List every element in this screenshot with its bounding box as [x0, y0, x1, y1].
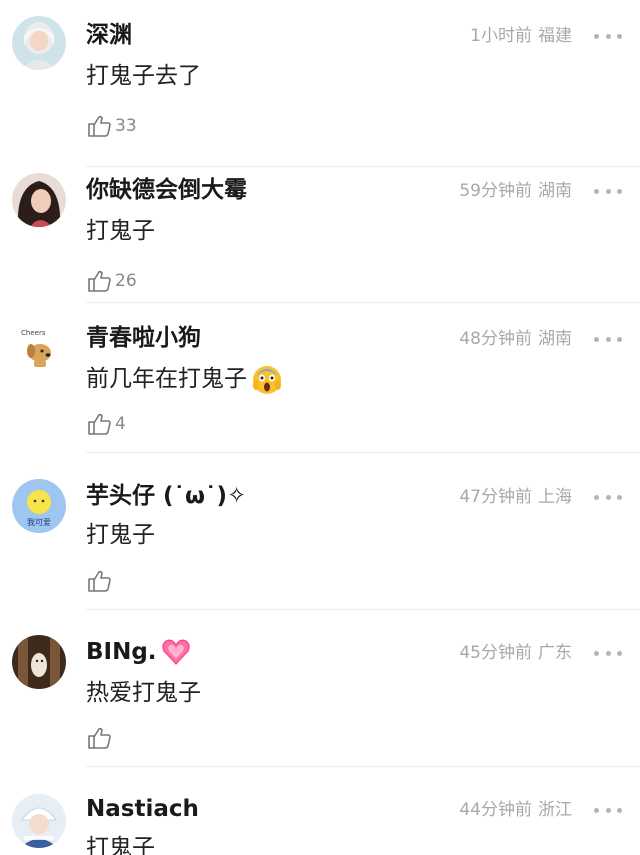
comment-meta: 59分钟前 湖南: [459, 179, 572, 203]
username-text: 青春啦小狗: [86, 325, 201, 351]
location: 浙江: [538, 800, 572, 820]
username-text: 芋头仔 (˙ω˙)✧: [86, 483, 247, 509]
username-text: 深渊: [86, 22, 132, 48]
screaming-face-emoji-icon: [251, 363, 283, 395]
more-options-icon[interactable]: [594, 641, 622, 665]
comment-content: 热爱打鬼子: [86, 680, 201, 706]
comment-meta: 44分钟前 浙江: [459, 798, 572, 822]
like-count: 4: [115, 414, 126, 434]
username-text: Nastiach: [86, 796, 199, 822]
username[interactable]: 青春啦小狗: [86, 323, 201, 353]
location: 广东: [538, 643, 572, 663]
comment-text: 打鬼子: [86, 519, 155, 551]
yellow-face-avatar-icon: 我可爱: [12, 479, 66, 533]
comment-meta: 47分钟前 上海: [459, 485, 572, 509]
divider: [86, 166, 640, 167]
thumbs-up-icon: [88, 570, 111, 592]
cheers-dog-avatar-icon: Cheers: [12, 321, 66, 375]
comment-text: 打鬼子: [86, 832, 155, 855]
like-button[interactable]: [86, 723, 115, 753]
avatar[interactable]: [12, 173, 66, 227]
location: 福建: [538, 26, 572, 46]
comment-text: 打鬼子去了: [86, 60, 201, 92]
timestamp: 45分钟前: [459, 643, 532, 663]
thumbs-up-icon: [88, 115, 111, 137]
more-options-icon[interactable]: [594, 798, 622, 822]
like-button[interactable]: [86, 566, 115, 596]
comment-meta: 1小时前 福建: [470, 24, 572, 48]
like-button[interactable]: 26: [86, 266, 137, 296]
comment-content: 前几年在打鬼子: [86, 366, 247, 392]
svg-text:Cheers: Cheers: [21, 329, 46, 337]
divider: [86, 452, 640, 453]
comment-meta: 45分钟前 广东: [459, 641, 572, 665]
comment-list: 深渊 1小时前 福建 打鬼子去了 33 你缺德会倒大霉 59分钟前 湖南 打鬼子 2…: [0, 0, 640, 855]
dog-doorway-avatar-icon: [12, 635, 66, 689]
girl-dark-hair-avatar-icon: [12, 173, 66, 227]
username-text: BINg.: [86, 639, 157, 665]
username[interactable]: 芋头仔 (˙ω˙)✧: [86, 481, 246, 511]
timestamp: 47分钟前: [459, 487, 532, 507]
avatar-caption: 我可爱: [27, 517, 51, 527]
more-options-icon[interactable]: [594, 179, 622, 203]
comment-content: 打鬼子: [86, 522, 155, 548]
thumbs-up-icon: [88, 727, 111, 749]
girl-white-hair-avatar-icon: [12, 16, 66, 70]
comment-content: 打鬼子: [86, 835, 155, 855]
divider: [86, 766, 640, 767]
more-options-icon[interactable]: [594, 24, 622, 48]
timestamp: 59分钟前: [459, 181, 532, 201]
comment-content: 打鬼子: [86, 218, 155, 244]
comment-text: 打鬼子: [86, 215, 155, 247]
username-text: 你缺德会倒大霉: [86, 177, 247, 203]
username[interactable]: 你缺德会倒大霉: [86, 175, 247, 205]
username[interactable]: BINg.: [86, 637, 191, 667]
location: 上海: [538, 487, 572, 507]
avatar[interactable]: [12, 794, 66, 848]
more-options-icon[interactable]: [594, 327, 622, 351]
comment-text: 热爱打鬼子: [86, 677, 201, 709]
comment-content: 打鬼子去了: [86, 63, 201, 89]
timestamp: 44分钟前: [459, 800, 532, 820]
pink-heart-emoji-icon: [161, 637, 191, 667]
like-count: 26: [115, 271, 137, 291]
timestamp: 1小时前: [470, 26, 532, 46]
thumbs-up-icon: [88, 413, 111, 435]
username[interactable]: 深渊: [86, 20, 132, 50]
winter-girl-avatar-icon: [12, 794, 66, 848]
thumbs-up-icon: [88, 270, 111, 292]
avatar[interactable]: [12, 635, 66, 689]
timestamp: 48分钟前: [459, 329, 532, 349]
comment-meta: 48分钟前 湖南: [459, 327, 572, 351]
avatar[interactable]: [12, 16, 66, 70]
like-button[interactable]: 33: [86, 111, 137, 141]
more-options-icon[interactable]: [594, 485, 622, 509]
comment-text: 前几年在打鬼子: [86, 363, 283, 395]
like-button[interactable]: 4: [86, 409, 126, 439]
like-count: 33: [115, 116, 137, 136]
divider: [86, 609, 640, 610]
divider: [86, 302, 640, 303]
avatar[interactable]: 我可爱: [12, 479, 66, 533]
username[interactable]: Nastiach: [86, 794, 199, 824]
location: 湖南: [538, 181, 572, 201]
location: 湖南: [538, 329, 572, 349]
avatar[interactable]: Cheers: [12, 321, 66, 375]
